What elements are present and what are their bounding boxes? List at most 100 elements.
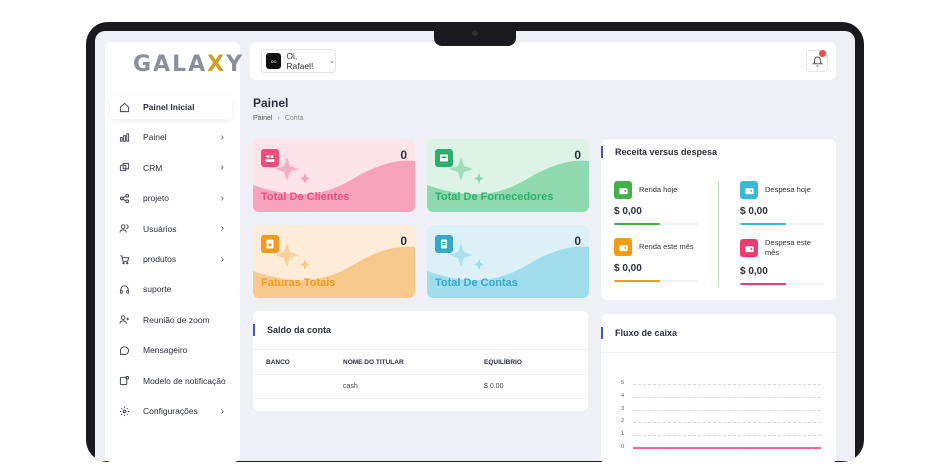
cell-balance: $ 0.00 — [484, 383, 504, 390]
metric-value: $ 0,00 — [740, 266, 768, 277]
notification-button[interactable] — [806, 50, 828, 72]
chart-icon — [115, 128, 133, 146]
chat-icon — [115, 341, 133, 359]
sidebar-item-modelo-de-notifica-o[interactable]: Modelo de notificação — [110, 369, 232, 393]
camera-notch — [434, 22, 516, 46]
breadcrumb-current: Conta — [284, 115, 304, 122]
stat-value: 0 — [400, 148, 407, 162]
user-plus-icon — [115, 311, 133, 329]
metric-label: Renda este mês — [639, 242, 694, 251]
stat-icon — [435, 235, 453, 253]
revenue-expense-panel: Receita versus despesa Renda hoje $ 0,00 D… — [601, 139, 836, 300]
sidebar-item-label: Mensageiro — [143, 345, 188, 356]
share-icon — [115, 189, 133, 207]
stat-label: Total De Fornecedores — [435, 191, 554, 203]
sidebar-item-suporte[interactable]: suporte — [110, 277, 232, 301]
sidebar-item-projeto[interactable]: projeto › — [110, 186, 232, 210]
metric-label: Despesa hoje — [765, 185, 811, 194]
gear-icon — [115, 402, 133, 420]
sidebar-item-label: CRM — [143, 162, 163, 173]
greeting: Oi, Rafael! — [286, 51, 314, 71]
sidebar-item-label: Reunião de zoom — [143, 314, 210, 325]
stat-card-accounts[interactable]: 0 Total De Contas — [427, 225, 589, 298]
stat-value: 0 — [574, 234, 581, 248]
stat-card-clients[interactable]: 0 Total De Clientes — [253, 139, 415, 212]
chevron-right-icon: › — [220, 223, 224, 235]
sidebar-item-label: produtos — [143, 254, 177, 264]
wallet-icon — [740, 239, 758, 257]
home-icon — [115, 98, 133, 116]
metric-progress — [740, 223, 824, 225]
sidebar-item-produtos[interactable]: produtos › — [110, 247, 232, 271]
wallet-icon — [740, 181, 758, 199]
stat-card-suppliers[interactable]: 0 Total De Fornecedores — [427, 139, 589, 212]
stat-icon — [261, 235, 279, 253]
users-icon — [115, 220, 133, 238]
stat-card-invoices[interactable]: 0 Faturas Totais — [253, 225, 415, 298]
column-header: NOME DO TITULAR — [343, 359, 404, 366]
metric-label: Renda hoje — [639, 185, 678, 194]
page-title: Painel — [253, 96, 289, 110]
notification-icon — [115, 372, 133, 390]
stat-value: 0 — [400, 234, 407, 248]
metric-value: $ 0,00 — [614, 206, 642, 217]
metric-progress — [614, 223, 698, 225]
sidebar-item-label: Painel — [143, 132, 167, 143]
wallet-icon — [614, 238, 632, 256]
account-balance-panel: Saldo da conta BANCO NOME DO TITULAR EQU… — [253, 311, 588, 411]
wallet-icon — [614, 181, 632, 199]
metric-0: Renda hoje — [614, 181, 677, 199]
user-menu[interactable]: DG Oi, Rafael! ⌄ — [261, 49, 336, 73]
headset-icon — [115, 280, 133, 298]
sidebar-item-label: Modelo de notificação — [143, 375, 226, 386]
sidebar-item-label: suporte — [143, 284, 172, 295]
sidebar-item-usu-rios[interactable]: Usuários › — [110, 217, 232, 241]
topbar: DG Oi, Rafael! ⌄ — [250, 42, 836, 80]
metric-progress — [614, 280, 698, 282]
breadcrumb-home[interactable]: Painel — [253, 115, 272, 122]
divider — [718, 181, 719, 287]
metric-2: Renda este mês — [614, 238, 694, 256]
layers-icon — [115, 159, 133, 177]
sidebar-item-label: Usuários — [143, 223, 177, 234]
panel-title: Receita versus despesa — [601, 146, 717, 158]
metric-1: Despesa hoje — [740, 181, 811, 199]
stat-label: Total De Contas — [435, 277, 518, 289]
chevron-right-icon: › — [220, 192, 224, 204]
sidebar-item-painel-inicial[interactable]: Painel Inicial — [110, 95, 232, 119]
avatar: DG — [266, 53, 282, 69]
cash-flow-svg — [633, 447, 821, 449]
bell-icon — [811, 56, 823, 67]
sidebar-item-configura-es[interactable]: Configurações › — [110, 399, 232, 423]
panel-title: Saldo da conta — [253, 324, 331, 336]
metric-label: Despesa este mês — [765, 238, 811, 257]
stat-icon — [261, 149, 279, 167]
cell-holder: cash — [343, 383, 358, 390]
cash-flow-panel: Fluxo de caixa 543210 — [601, 314, 836, 464]
column-header: BANCO — [266, 359, 290, 366]
sidebar-item-label: projeto — [143, 193, 169, 204]
cart-icon — [115, 250, 133, 268]
breadcrumb: Painel › Conta — [253, 115, 304, 122]
metric-value: $ 0,00 — [740, 206, 768, 217]
metric-3: Despesa este mês — [740, 238, 823, 258]
table-row[interactable]: cash $ 0.00 — [253, 375, 588, 399]
stat-icon — [435, 149, 453, 167]
chevron-down-icon: ⌄ — [329, 58, 335, 65]
chevron-right-icon: › — [220, 405, 224, 417]
stat-label: Total De Clientes — [261, 191, 350, 203]
sidebar-item-label: Painel Inicial — [143, 102, 195, 112]
galaxy-logo[interactable]: GALAXY — [133, 52, 244, 77]
sidebar-item-painel[interactable]: Painel › — [110, 125, 232, 149]
column-header: EQUILÍBRIO — [484, 359, 522, 366]
table-header: BANCO NOME DO TITULAR EQUILÍBRIO — [253, 349, 588, 375]
metric-value: $ 0,00 — [614, 263, 642, 274]
sidebar-item-mensageiro[interactable]: Mensageiro — [110, 338, 232, 362]
sidebar-item-crm[interactable]: CRM › — [110, 156, 232, 180]
sidebar-item-label: Configurações — [143, 406, 198, 416]
chevron-right-icon: › — [220, 162, 224, 174]
stat-value: 0 — [574, 148, 581, 162]
sidebar-item-reuni-o-de-zoom[interactable]: Reunião de zoom — [110, 308, 232, 332]
chevron-right-icon: › — [220, 253, 224, 265]
notification-badge — [819, 50, 826, 57]
